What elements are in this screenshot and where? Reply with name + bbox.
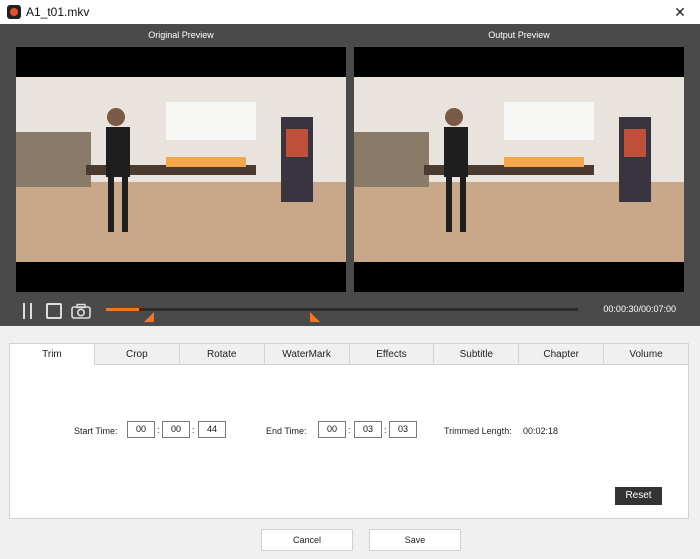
- separator: :: [192, 425, 195, 435]
- separator: :: [384, 425, 387, 435]
- tab-rotate[interactable]: Rotate: [179, 343, 265, 365]
- video-scene-image: [16, 77, 346, 262]
- timeline-track[interactable]: [106, 308, 578, 311]
- stop-icon[interactable]: [46, 303, 62, 319]
- start-hours-input[interactable]: 00: [127, 421, 155, 438]
- start-seconds-input[interactable]: 44: [198, 421, 226, 438]
- separator: :: [348, 425, 351, 435]
- save-button[interactable]: Save: [369, 529, 461, 551]
- output-video-frame: [354, 47, 684, 292]
- tab-volume[interactable]: Volume: [604, 343, 689, 365]
- tab-bar: Trim Crop Rotate WaterMark Effects Subti…: [9, 343, 689, 365]
- app-logo-icon: [7, 5, 21, 19]
- trim-start-marker[interactable]: [144, 312, 154, 322]
- tab-subtitle[interactable]: Subtitle: [434, 343, 520, 365]
- window-title: A1_t01.mkv: [26, 5, 90, 19]
- tab-chapter[interactable]: Chapter: [519, 343, 605, 365]
- start-minutes-input[interactable]: 00: [162, 421, 190, 438]
- end-seconds-input[interactable]: 03: [389, 421, 417, 438]
- video-scene-image: [354, 77, 684, 262]
- title-bar: A1_t01.mkv ✕: [0, 0, 700, 24]
- trimmed-length-label: Trimmed Length:: [444, 426, 512, 436]
- pause-icon[interactable]: [21, 303, 35, 319]
- cancel-button[interactable]: Cancel: [261, 529, 353, 551]
- output-preview-label: Output Preview: [488, 30, 550, 40]
- end-hours-input[interactable]: 00: [318, 421, 346, 438]
- separator: :: [157, 425, 160, 435]
- timeline-progress: [106, 308, 140, 311]
- camera-icon[interactable]: [71, 303, 91, 319]
- tab-watermark[interactable]: WaterMark: [264, 343, 350, 365]
- original-video-frame: [16, 47, 346, 292]
- tab-effects[interactable]: Effects: [349, 343, 435, 365]
- trimmed-length-value: 00:02:18: [523, 426, 559, 436]
- preview-area: Original Preview Output Preview 00:00:30…: [0, 24, 700, 326]
- tab-trim[interactable]: Trim: [9, 343, 95, 365]
- trim-end-marker[interactable]: [310, 312, 320, 322]
- time-display: 00:00:30/00:07:00: [603, 304, 676, 314]
- reset-button[interactable]: Reset: [615, 487, 662, 505]
- start-time-label: Start Time:: [74, 426, 118, 436]
- close-button[interactable]: ✕: [670, 2, 690, 22]
- end-time-label: End Time:: [266, 426, 307, 436]
- end-minutes-input[interactable]: 03: [354, 421, 382, 438]
- original-preview-label: Original Preview: [148, 30, 214, 40]
- tab-crop[interactable]: Crop: [94, 343, 180, 365]
